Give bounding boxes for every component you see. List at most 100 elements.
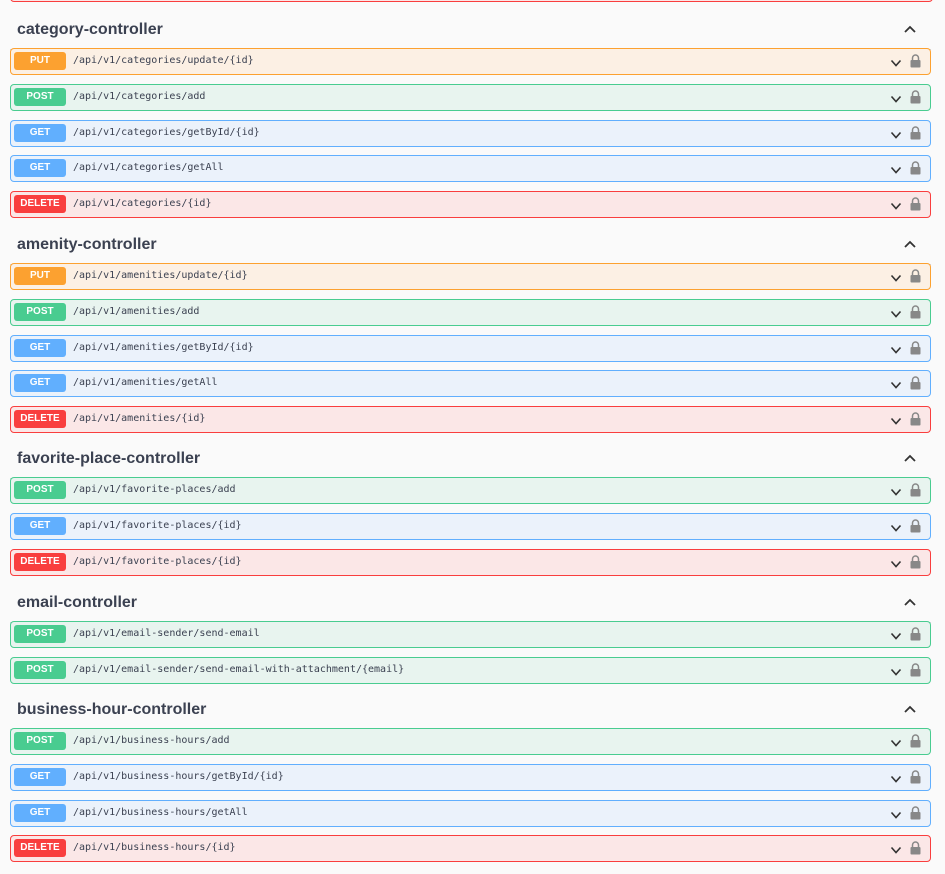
operation-row[interactable]: PUT/api/v1/categories/update/{id} [10,48,931,75]
method-badge: PUT [14,267,66,285]
method-badge: PUT [14,52,66,70]
method-badge: GET [14,159,66,178]
method-badge: DELETE [14,552,66,571]
section-title: business-hour-controller [17,701,207,718]
chevron-down-icon[interactable] [890,414,902,426]
chevron-up-icon[interactable] [903,22,917,36]
method-badge: POST [14,732,66,750]
lock-icon[interactable] [910,805,921,820]
chevron-up-icon[interactable] [903,595,917,609]
lock-icon[interactable] [910,376,921,390]
lock-icon[interactable] [910,125,921,140]
chevron-down-icon[interactable] [890,521,902,533]
operation-row[interactable]: POST/api/v1/amenities/add [10,298,931,326]
operation-path: /api/v1/business-hours/{id} [73,842,236,854]
lock-icon[interactable] [910,627,921,641]
section-header[interactable]: favorite-place-controller [10,434,931,479]
operation-row[interactable]: POST/api/v1/business-hours/add [10,728,931,755]
chevron-up-icon[interactable] [903,702,917,716]
lock-icon[interactable] [910,412,921,426]
operation-path: /api/v1/favorite-places/add [73,484,236,495]
section-title: favorite-place-controller [17,450,201,467]
lock-icon[interactable] [910,90,921,104]
previous-operation-edge [10,0,933,2]
lock-icon[interactable] [910,519,921,533]
chevron-down-icon[interactable] [890,557,902,569]
operation-row[interactable]: POST/api/v1/categories/add [10,83,931,111]
chevron-down-icon[interactable] [890,343,902,355]
lock-icon[interactable] [910,305,921,319]
chevron-down-icon[interactable] [890,128,902,140]
lock-icon[interactable] [910,770,921,784]
section-title: email-controller [17,594,138,611]
operation-row[interactable]: PUT/api/v1/amenities/update/{id} [10,263,931,290]
chevron-down-icon[interactable] [890,271,902,283]
operation-path: /api/v1/email-sender/send-email-with-att… [73,663,405,675]
operation-path: /api/v1/favorite-places/{id} [73,519,242,531]
operation-row[interactable]: DELETE/api/v1/amenities/{id} [10,406,931,434]
method-badge: POST [14,87,66,106]
method-badge: GET [14,123,66,142]
chevron-up-icon[interactable] [903,237,917,251]
chevron-down-icon[interactable] [890,378,902,390]
chevron-down-icon[interactable] [890,665,902,677]
chevron-down-icon[interactable] [890,199,902,211]
operation-row[interactable]: DELETE/api/v1/categories/{id} [10,191,931,219]
lock-icon[interactable] [910,663,921,677]
chevron-down-icon[interactable] [890,163,902,175]
operation-path: /api/v1/amenities/update/{id} [73,270,248,281]
section-title: category-controller [17,21,163,38]
method-badge: POST [14,625,66,643]
method-badge: GET [14,767,66,786]
operation-path: /api/v1/categories/add [73,90,206,102]
operation-path: /api/v1/categories/{id} [73,198,212,210]
chevron-down-icon[interactable] [890,307,902,319]
method-badge: DELETE [14,195,66,214]
operation-row[interactable]: GET/api/v1/business-hours/getById/{id} [10,763,931,791]
operation-row[interactable]: GET/api/v1/favorite-places/{id} [10,512,931,540]
method-badge: DELETE [14,410,66,429]
section-header[interactable]: email-controller [10,578,931,623]
operation-row[interactable]: GET/api/v1/amenities/getAll [10,370,931,398]
lock-icon[interactable] [910,841,921,855]
section-header[interactable]: category-controller [10,5,931,50]
operation-path: /api/v1/business-hours/add [73,735,230,746]
lock-icon[interactable] [910,269,921,283]
chevron-down-icon[interactable] [890,56,902,68]
operation-path: /api/v1/favorite-places/{id} [73,555,242,567]
chevron-down-icon[interactable] [890,772,902,784]
chevron-down-icon[interactable] [890,736,902,748]
operation-row[interactable]: POST/api/v1/email-sender/send-email [10,621,931,648]
method-badge: GET [14,338,66,357]
method-badge: GET [14,803,66,822]
operation-row[interactable]: DELETE/api/v1/business-hours/{id} [10,835,931,863]
section-header[interactable]: amenity-controller [10,220,931,265]
method-badge: POST [14,302,66,321]
chevron-down-icon[interactable] [890,485,902,497]
section-header[interactable]: business-hour-controller [10,685,931,730]
operation-row[interactable]: GET/api/v1/categories/getById/{id} [10,119,931,147]
lock-icon[interactable] [910,54,921,68]
operation-row[interactable]: DELETE/api/v1/favorite-places/{id} [10,548,931,576]
chevron-down-icon[interactable] [890,92,902,104]
chevron-up-icon[interactable] [903,451,917,465]
operation-path: /api/v1/amenities/getById/{id} [73,341,254,353]
operation-row[interactable]: POST/api/v1/email-sender/send-email-with… [10,656,931,684]
operation-path: /api/v1/business-hours/getAll [73,806,248,818]
chevron-down-icon[interactable] [890,629,902,641]
lock-icon[interactable] [910,554,921,569]
operation-path: /api/v1/amenities/{id} [73,413,206,425]
lock-icon[interactable] [910,197,921,211]
operation-path: /api/v1/amenities/add [73,305,200,317]
operation-row[interactable]: GET/api/v1/business-hours/getAll [10,799,931,827]
lock-icon[interactable] [910,734,921,748]
section-title: amenity-controller [17,236,157,253]
chevron-down-icon[interactable] [890,808,902,820]
lock-icon[interactable] [910,161,921,175]
lock-icon[interactable] [910,340,921,355]
lock-icon[interactable] [910,483,921,497]
operation-row[interactable]: POST/api/v1/favorite-places/add [10,477,931,504]
operation-row[interactable]: GET/api/v1/categories/getAll [10,155,931,183]
chevron-down-icon[interactable] [890,843,902,855]
operation-row[interactable]: GET/api/v1/amenities/getById/{id} [10,334,931,362]
